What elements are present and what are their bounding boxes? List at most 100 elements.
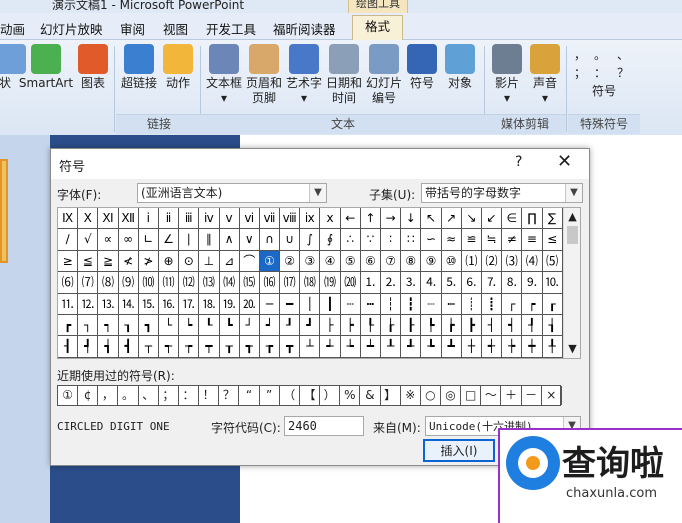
symbol-cell[interactable]: ┭ [158,336,180,358]
symbol-cell[interactable]: ⒑ [542,272,563,294]
symbol-cell[interactable]: ⑨ [421,250,442,273]
recent-symbol-cell[interactable]: ※ [401,386,421,405]
symbol-cell[interactable]: ⅲ [179,208,200,230]
subset-select[interactable]: 带括号的字母数字 ▼ [421,183,583,203]
symbol-cell[interactable]: ∴ [340,229,361,251]
symbol-cell[interactable]: ≌ [461,229,482,251]
symbol-cell[interactable]: ↙ [481,208,503,230]
symbol-cell[interactable]: ┻ [441,336,462,358]
symbol-cell[interactable]: ∈ [502,208,523,230]
special-symbol-button[interactable]: ？ [617,64,629,81]
symbol-cell[interactable]: Ⅸ [58,208,79,230]
symbol-cell[interactable]: ⌒ [239,250,260,273]
scroll-thumb[interactable] [567,226,578,244]
recent-symbol-cell[interactable]: 、 [139,386,159,405]
symbol-cell[interactable]: ∟ [138,229,159,251]
symbol-cell[interactable]: ∮ [320,229,341,251]
symbol-cell[interactable]: ∣ [179,229,200,251]
recent-symbol-cell[interactable]: ： [179,386,200,405]
recent-symbol-cell[interactable]: ～ [481,386,502,405]
symbol-cell[interactable]: ┏ [58,314,79,337]
symbol-cell[interactable]: ∪ [280,229,301,251]
symbol-cell[interactable]: ┹ [401,336,422,358]
symbol-cell[interactable]: ① [259,250,281,273]
symbol-cell[interactable]: ≧ [98,250,119,273]
symbol-cell[interactable]: ⑩ [441,250,462,273]
symbol-cell[interactable]: ┕ [179,314,200,337]
symbol-cell[interactable]: ∫ [300,229,321,251]
symbol-cell[interactable]: ┇ [401,293,422,315]
special-symbol-dropdown[interactable]: 符号 [592,82,616,99]
symbol-cell[interactable]: ⑾ [158,272,180,294]
symbol-cell[interactable]: ⅳ [199,208,220,230]
symbol-cell[interactable]: ┉ [441,293,462,315]
scroll-down-icon[interactable]: ▼ [564,342,580,355]
symbol-cell[interactable]: ⒔ [98,293,119,315]
symbol-cell[interactable]: ┽ [481,336,503,358]
symbol-cell[interactable]: ⑹ [58,272,79,294]
symbol-cell[interactable]: ⑼ [118,272,139,294]
ribbon-button-5[interactable]: 文本框 ▾ [204,44,244,106]
symbol-cell[interactable]: ⒙ [199,293,220,315]
symbol-cell[interactable]: ┗ [219,314,240,337]
symbol-cell[interactable]: ⒚ [219,293,240,315]
symbol-cell[interactable]: ┤ [481,314,503,337]
symbol-cell[interactable]: ⒀ [199,272,220,294]
symbol-cell[interactable]: ┖ [199,314,220,337]
symbol-cell[interactable]: ┥ [502,314,523,337]
symbol-cell[interactable]: ┷ [360,336,381,358]
symbol-cell[interactable]: ┠ [401,314,422,337]
symbol-cell[interactable]: ┡ [421,314,442,337]
symbol-cell[interactable]: ← [340,208,361,230]
symbol-cell[interactable]: ∵ [360,229,381,251]
symbol-cell[interactable]: ├ [320,314,341,337]
close-button[interactable]: ✕ [557,151,572,172]
symbol-cell[interactable]: ┑ [98,314,119,337]
symbol-cell[interactable]: ⑴ [461,250,482,273]
symbol-cell[interactable]: ⒍ [461,272,482,294]
symbol-cell[interactable]: ⅰ [138,208,159,230]
symbol-cell[interactable]: ┊ [461,293,482,315]
recent-symbol-cell[interactable]: ◎ [441,386,462,405]
symbol-cell[interactable]: ┧ [542,314,563,337]
symbol-cell[interactable]: ⒏ [502,272,523,294]
symbol-cell[interactable]: ┦ [522,314,543,337]
symbol-cell[interactable]: ⒘ [179,293,200,315]
symbol-cell[interactable]: ╀ [542,336,563,358]
recent-symbol-cell[interactable]: 【 [300,386,321,405]
ribbon-tab-6[interactable]: 格式 [352,15,404,40]
symbol-cell[interactable]: ↗ [441,208,462,230]
symbol-cell[interactable]: ┓ [138,314,159,337]
symbol-cell[interactable]: ⒊ [401,272,422,294]
ribbon-tab-2[interactable]: 审阅 [120,19,145,38]
symbol-cell[interactable]: ┰ [219,336,240,358]
symbol-cell[interactable]: ⒆ [320,272,341,294]
symbol-cell[interactable]: ⒓ [78,293,99,315]
context-tab-drawing-tools[interactable]: 绘图工具 [348,0,408,13]
symbol-cell[interactable]: ∑ [542,208,563,230]
ribbon-button-1[interactable]: SmartArt [18,44,74,91]
ribbon-tab-4[interactable]: 开发工具 [206,19,256,38]
ribbon-tab-1[interactable]: 幻灯片放映 [40,19,103,38]
symbol-cell[interactable]: ≥ [58,250,79,273]
symbol-cell[interactable]: ⒌ [441,272,462,294]
symbol-cell[interactable]: ⒈ [360,272,381,294]
scroll-up-icon[interactable]: ▲ [564,210,580,223]
ribbon-button-2[interactable]: 图表 [76,44,110,91]
symbol-cell[interactable]: ┵ [320,336,341,358]
ribbon-button-13[interactable]: 声音 ▾ [526,44,564,106]
symbol-cell[interactable]: ⅵ [239,208,260,230]
symbol-cell[interactable]: ∩ [259,229,281,251]
recent-symbol-cell[interactable]: ） [320,386,341,405]
symbol-cell[interactable]: ⒋ [421,272,442,294]
symbol-cell[interactable]: ≤ [542,229,563,251]
symbol-cell[interactable]: ┮ [179,336,200,358]
symbol-cell[interactable]: ─ [259,293,281,315]
special-symbol-button[interactable]: 、 [617,46,629,63]
special-symbol-button[interactable]: ， [574,46,586,63]
help-button[interactable]: ? [515,154,522,170]
symbol-cell[interactable]: ⅱ [158,208,180,230]
symbol-cell[interactable]: ⅶ [259,208,281,230]
ribbon-button-6[interactable]: 页眉和 页脚 [244,44,284,106]
symbol-cell[interactable]: ┸ [381,336,402,358]
